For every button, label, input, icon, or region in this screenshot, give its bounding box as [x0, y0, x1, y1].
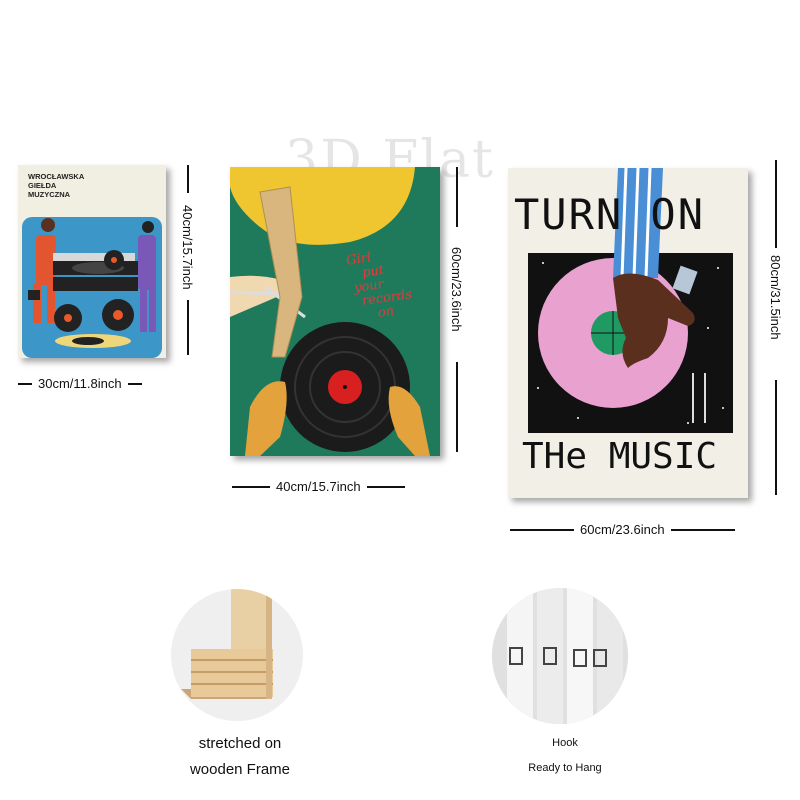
hook-detail-image	[492, 588, 628, 724]
hook-icon	[492, 588, 628, 724]
poster-medium: Girl put your records on	[230, 167, 440, 456]
poster-large-bottom-text: THe MUSIC	[522, 436, 718, 477]
poster-small-illustration	[22, 217, 162, 358]
large-width-dimension: 60cm/23.6inch	[510, 521, 735, 537]
poster-large-top-text: TURN ON	[514, 190, 706, 239]
wood-frame-icon	[171, 589, 303, 721]
large-height-dimension: 80cm/31.5inch	[766, 160, 786, 500]
poster-small: WROCŁAWSKA GIEŁDA MUZYCZNA	[18, 165, 166, 358]
hook-caption-subtitle: Ready to Hang	[528, 762, 602, 774]
medium-width-dimension: 40cm/15.7inch	[232, 478, 405, 494]
poster-medium-script: Girl put your records on	[345, 250, 413, 321]
poster-large: TURN ON THe MUSIC	[508, 168, 748, 498]
frame-caption: stretched on wooden Frame	[189, 735, 291, 778]
medium-height-dimension: 60cm/23.6inch	[447, 167, 467, 456]
hook-caption-title: Hook	[552, 737, 578, 749]
small-width-dimension: 30cm/11.8inch	[18, 375, 142, 391]
frame-detail-image	[171, 589, 303, 721]
small-height-dimension: 40cm/15.7inch	[178, 165, 198, 358]
